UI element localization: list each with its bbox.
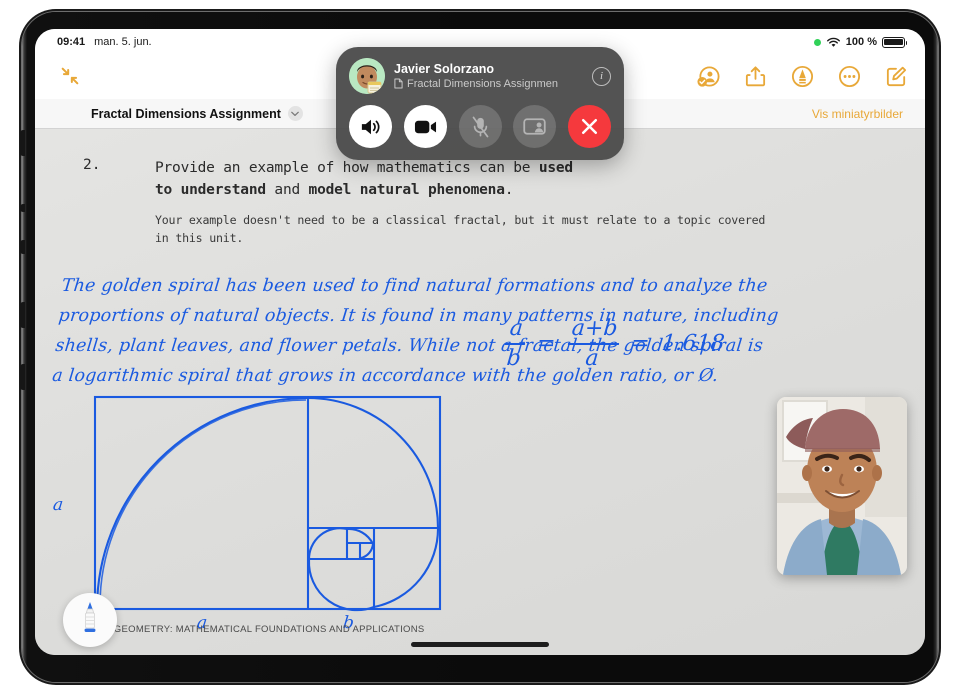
equals-sign-1: = <box>536 331 557 357</box>
fraction-denominator: b <box>505 345 522 371</box>
fraction-apb-over-a: a+b a <box>565 316 621 371</box>
question-line2-plain: and <box>265 182 309 199</box>
speaker-icon <box>361 119 380 134</box>
video-pip[interactable] <box>777 397 907 575</box>
markup-pen-icon[interactable] <box>790 64 815 89</box>
question-line1-plain: Provide an example of how mathematics ca… <box>155 160 539 176</box>
fraction-bar <box>504 342 526 345</box>
shareplay-button[interactable] <box>513 105 557 148</box>
ipad-device: 09:41 man. 5. jun. 100 % Fractal Dimensi… <box>20 12 938 682</box>
toolbar-icon-group <box>696 64 909 89</box>
show-thumbnails-button[interactable]: Vis miniatyrbilder <box>812 107 903 121</box>
diagram-label-a-left: a <box>51 495 65 515</box>
question-text: Provide an example of how mathematics ca… <box>155 157 573 201</box>
battery-percent: 100 % <box>845 36 877 48</box>
formula-result: 1.618 <box>660 331 726 357</box>
fraction-bar <box>567 342 620 345</box>
shared-document-row: Fractal Dimensions Assignmen <box>394 78 583 90</box>
volume-down-button[interactable] <box>20 302 25 328</box>
power-button[interactable] <box>20 364 25 390</box>
facetime-controls <box>349 105 611 148</box>
camera-lens <box>20 240 25 254</box>
more-options-icon[interactable] <box>837 64 862 89</box>
mute-button[interactable] <box>458 105 502 148</box>
golden-ratio-formula: a b = a+b a = 1.618 <box>503 316 727 371</box>
question-number: 2. <box>83 157 101 173</box>
fraction-denominator: a <box>584 345 600 371</box>
status-time: 09:41 <box>57 36 86 48</box>
info-button[interactable]: i <box>592 66 611 86</box>
share-screen-icon <box>523 118 546 135</box>
status-date: man. 5. jun. <box>94 36 152 48</box>
speaker-button[interactable] <box>349 105 392 148</box>
compose-icon[interactable] <box>884 64 909 89</box>
end-call-button[interactable] <box>568 105 611 148</box>
document-icon <box>394 78 403 89</box>
share-icon[interactable] <box>743 64 768 89</box>
document-title-menu[interactable]: Fractal Dimensions Assignment <box>91 106 303 121</box>
video-camera-icon <box>414 120 436 133</box>
exit-fullscreen-icon[interactable] <box>59 65 81 87</box>
close-x-icon <box>581 118 598 135</box>
memoji-avatar <box>349 58 385 94</box>
facetime-call-overlay[interactable]: Javier Solorzano Fractal Dimensions Assi… <box>336 47 624 160</box>
home-indicator[interactable] <box>411 642 549 647</box>
question-line2-bold-b: model natural phenomena <box>308 182 505 199</box>
document-footer: AL GEOMETRY: MATHEMATICAL FOUNDATIONS AN… <box>99 624 425 635</box>
recording-indicator-icon <box>813 38 821 46</box>
chevron-down-icon[interactable] <box>287 106 303 121</box>
battery-icon <box>882 36 908 48</box>
equals-sign-2: = <box>630 331 651 357</box>
question-line1-bold: used <box>538 160 573 176</box>
facetime-caller-info: Javier Solorzano Fractal Dimensions Assi… <box>394 62 583 90</box>
facetime-header: Javier Solorzano Fractal Dimensions Assi… <box>349 58 611 94</box>
question-line2-bold-a: to understand <box>155 182 266 199</box>
document-canvas[interactable]: 2. Provide an example of how mathematics… <box>35 129 925 655</box>
fraction-numerator: a+b <box>570 316 619 341</box>
video-button[interactable] <box>403 105 447 148</box>
golden-spiral-diagram: a a b <box>52 391 495 646</box>
collaborate-icon[interactable] <box>696 64 721 89</box>
page-title: Fractal Dimensions Assignment <box>91 106 281 121</box>
markup-pen-widget[interactable] <box>63 593 117 647</box>
apple-pencil-icon <box>84 602 96 632</box>
wifi-icon <box>826 37 840 47</box>
caller-name: Javier Solorzano <box>394 62 495 77</box>
question-line2-end: . <box>504 182 514 199</box>
microphone-muted-icon <box>472 116 488 137</box>
fraction-numerator: a <box>508 316 525 341</box>
volume-up-button[interactable] <box>20 130 25 156</box>
handwriting-line: The golden spiral has been used to find … <box>60 276 769 296</box>
shared-document-name: Fractal Dimensions Assignmen <box>407 77 559 90</box>
microphone-hole <box>20 204 25 212</box>
question-block: 2. Provide an example of how mathematics… <box>83 157 783 247</box>
ipad-screen: 09:41 man. 5. jun. 100 % Fractal Dimensi… <box>35 29 925 655</box>
fraction-a-over-b: a b <box>503 316 528 371</box>
question-subtext: Your example doesn't need to be a classi… <box>155 213 766 246</box>
